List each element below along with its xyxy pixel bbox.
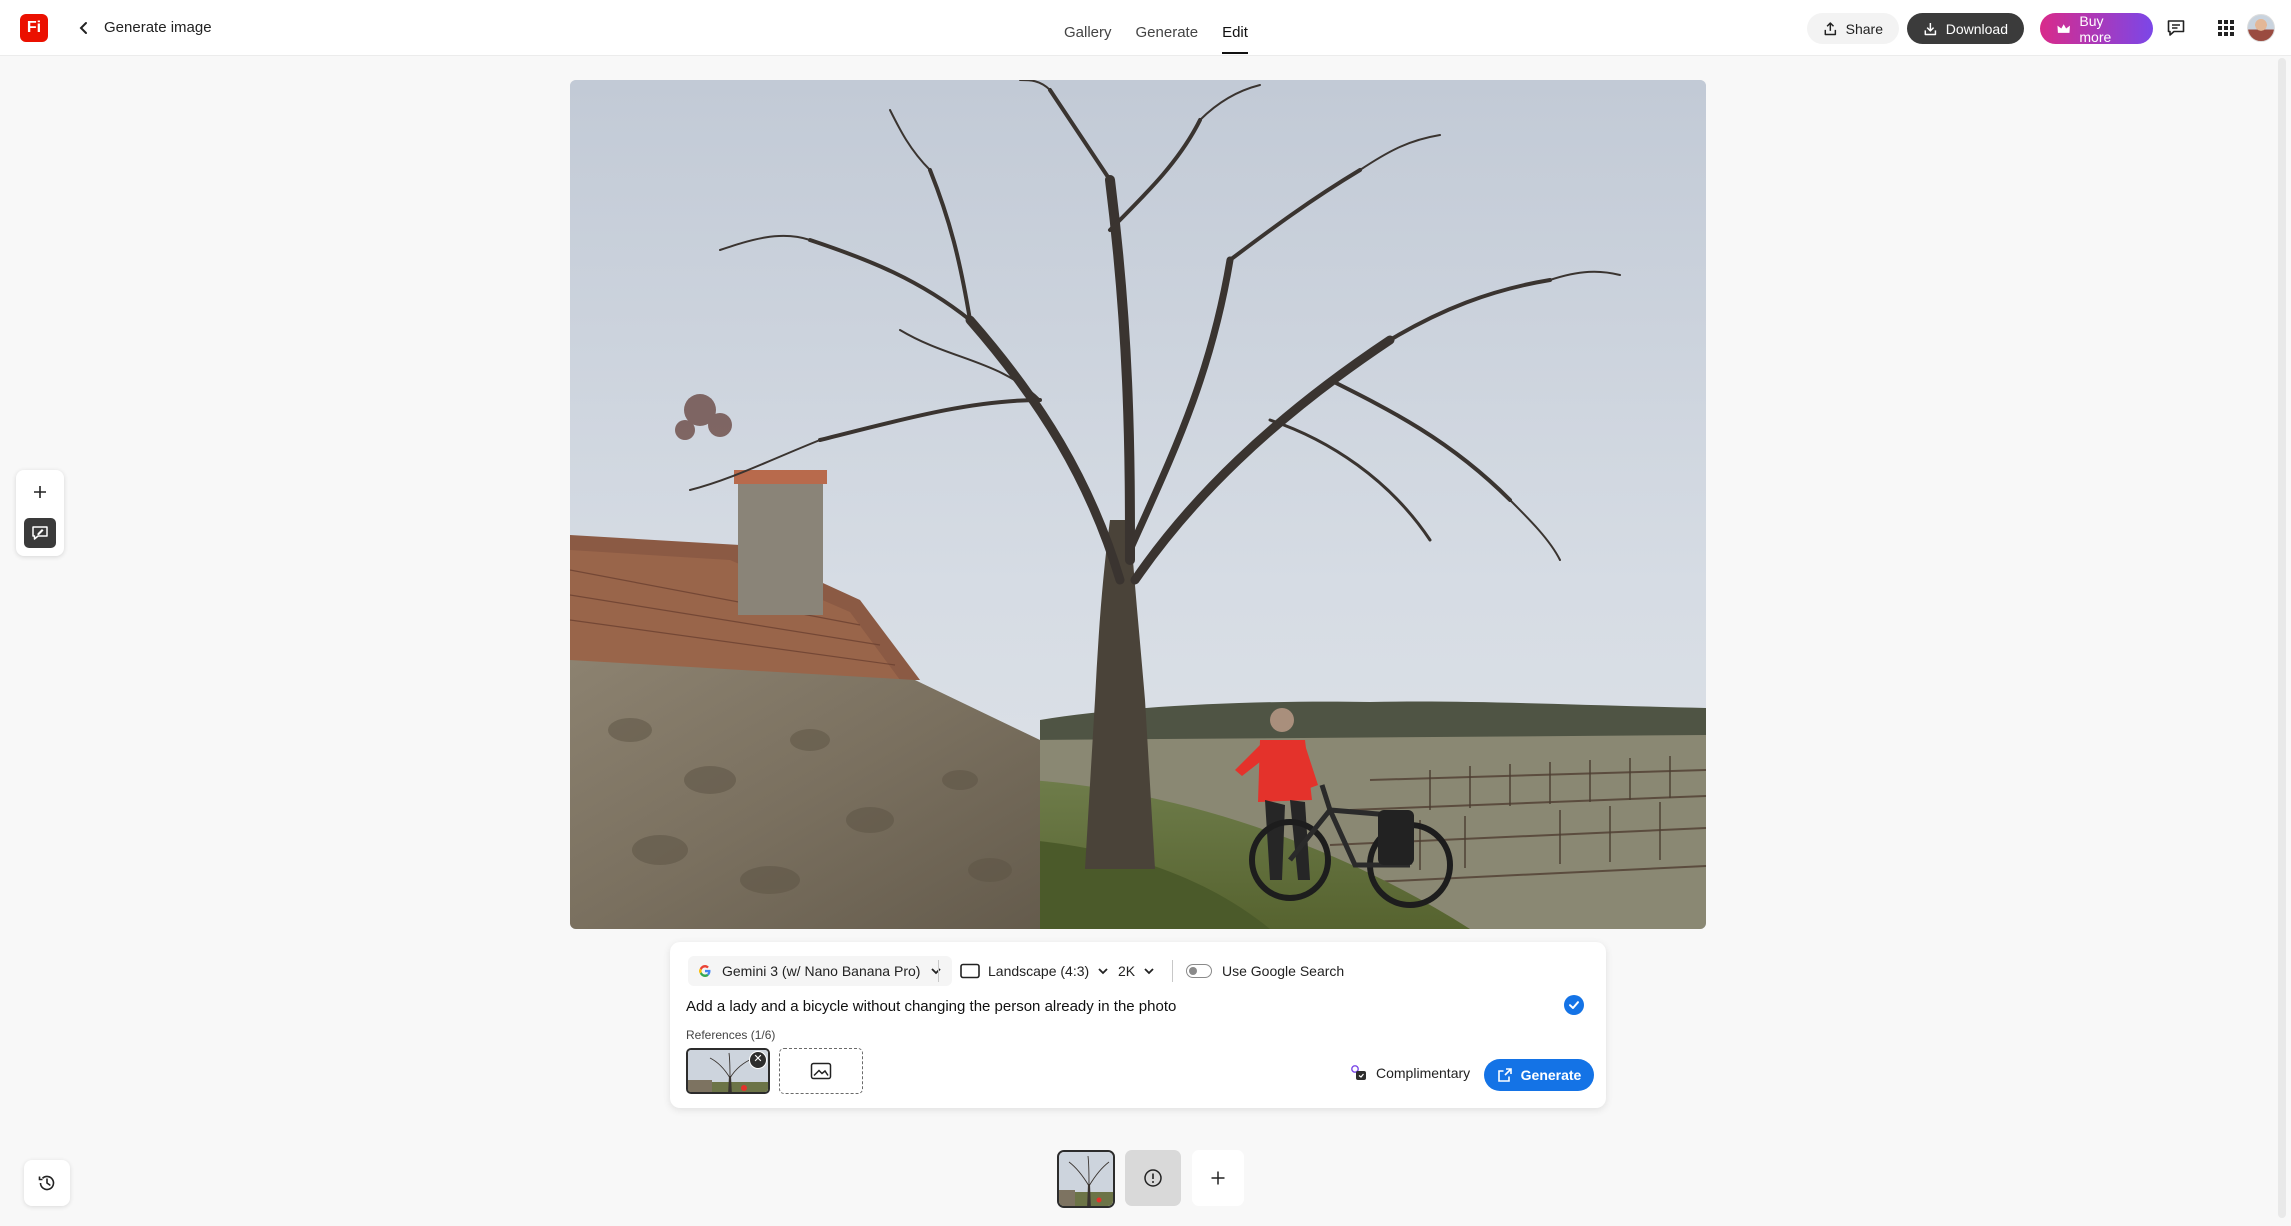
download-icon xyxy=(1924,22,1937,35)
complimentary-badge: Complimentary xyxy=(1350,1064,1470,1082)
variation-image-preview xyxy=(1059,1152,1113,1206)
grid-icon xyxy=(2218,20,2234,36)
chevron-down-icon xyxy=(931,968,942,975)
tab-edit[interactable]: Edit xyxy=(1222,0,1248,56)
app-logo[interactable]: Fi xyxy=(20,14,48,42)
buy-more-label: Buy more xyxy=(2079,12,2112,45)
aspect-label: Landscape (4:3) xyxy=(988,963,1090,979)
download-label: Download xyxy=(1945,20,2008,37)
apps-button[interactable] xyxy=(2212,14,2240,42)
references-label: References (1/6) xyxy=(686,1028,776,1042)
share-button[interactable]: Share xyxy=(1807,13,1899,44)
google-search-label: Use Google Search xyxy=(1222,963,1345,979)
chat-edit-icon xyxy=(32,526,48,540)
google-search-toggle[interactable]: Use Google Search xyxy=(1186,956,1344,986)
credits-icon xyxy=(1351,1065,1366,1080)
crown-icon xyxy=(2057,23,2070,33)
chevron-down-icon xyxy=(1144,968,1154,975)
prompt-confirm-button[interactable] xyxy=(1564,995,1584,1015)
back-button[interactable] xyxy=(70,14,98,42)
aspect-ratio-dropdown[interactable]: Landscape (4:3) xyxy=(960,956,1109,986)
chevron-left-icon xyxy=(79,22,87,34)
main-image[interactable] xyxy=(570,80,1706,929)
divider xyxy=(938,960,939,982)
top-bar: Fi Generate image Gallery Generate Edit … xyxy=(0,0,2291,56)
variation-thumbnail[interactable] xyxy=(1057,1150,1115,1208)
chat-icon xyxy=(2167,20,2185,36)
image-icon xyxy=(810,1062,832,1080)
prompt-edit-tool-button[interactable] xyxy=(24,518,56,548)
prompt-panel: Gemini 3 (w/ Nano Banana Pro) Landscape … xyxy=(670,942,1606,1108)
user-avatar[interactable] xyxy=(2247,14,2275,42)
resolution-label: 2K xyxy=(1118,963,1136,979)
divider xyxy=(1172,960,1173,982)
alert-icon xyxy=(1144,1169,1162,1187)
remove-reference-button[interactable]: ✕ xyxy=(749,1051,767,1069)
main-nav: Gallery Generate Edit xyxy=(1064,0,1248,56)
google-icon xyxy=(699,965,711,977)
add-reference-button[interactable] xyxy=(779,1048,863,1094)
page-title: Generate image xyxy=(104,19,212,36)
model-dropdown[interactable]: Gemini 3 (w/ Nano Banana Pro) xyxy=(688,956,953,986)
share-label: Share xyxy=(1845,20,1883,37)
prompt-input[interactable]: Add a lady and a bicycle without changin… xyxy=(686,998,1536,1015)
generate-icon xyxy=(1497,1068,1512,1082)
chevron-down-icon xyxy=(1098,968,1108,975)
canvas-tools xyxy=(16,470,64,556)
landscape-frame-icon xyxy=(960,963,980,979)
plus-icon xyxy=(34,486,46,498)
photo-tree-cottage-cyclist xyxy=(570,80,1706,929)
share-icon xyxy=(1824,21,1837,35)
tab-generate[interactable]: Generate xyxy=(1136,0,1199,56)
feedback-button[interactable] xyxy=(2162,14,2190,42)
download-button[interactable]: Download xyxy=(1907,13,2024,44)
checkmark-icon xyxy=(1569,1001,1579,1009)
generate-button[interactable]: Generate xyxy=(1484,1059,1594,1091)
page-scrollbar[interactable] xyxy=(2278,58,2286,1218)
toggle-switch[interactable] xyxy=(1186,964,1212,978)
generate-label: Generate xyxy=(1520,1067,1582,1083)
buy-more-button[interactable]: Buy more xyxy=(2040,12,2153,45)
add-tool-button[interactable] xyxy=(26,478,54,506)
complimentary-label: Complimentary xyxy=(1376,1065,1471,1081)
variation-error-thumbnail[interactable] xyxy=(1125,1150,1181,1206)
history-icon xyxy=(38,1175,55,1191)
history-button[interactable] xyxy=(24,1160,70,1206)
add-variation-button[interactable] xyxy=(1192,1150,1244,1206)
plus-icon xyxy=(1211,1171,1225,1185)
model-label: Gemini 3 (w/ Nano Banana Pro) xyxy=(722,963,921,979)
resolution-dropdown[interactable]: 2K xyxy=(1118,956,1155,986)
tab-gallery[interactable]: Gallery xyxy=(1064,0,1112,56)
